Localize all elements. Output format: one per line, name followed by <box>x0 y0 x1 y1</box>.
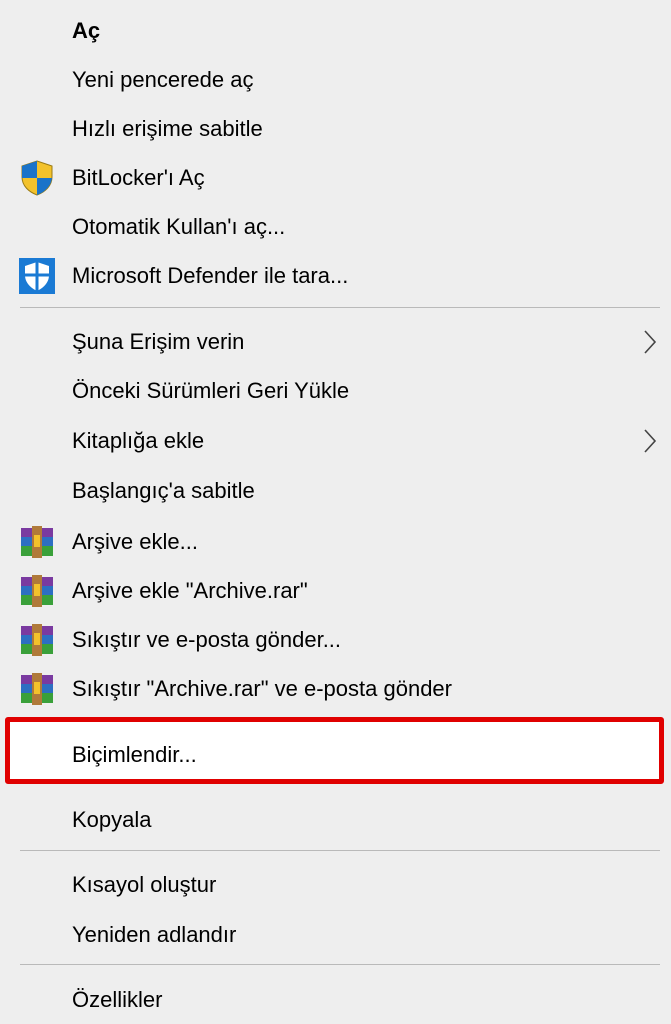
menu-item-add-archive[interactable]: Arşive ekle... <box>0 517 671 566</box>
menu-item-defender-scan[interactable]: Microsoft Defender ile tara... <box>0 251 671 300</box>
menu-item-properties[interactable]: Özellikler <box>0 975 671 1024</box>
menu-item-label: Otomatik Kullan'ı aç... <box>72 214 286 239</box>
menu-item-label: Kitaplığa ekle <box>72 428 205 453</box>
menu-item-label: Biçimlendir... <box>72 742 197 767</box>
menu-item-label: Yeni pencerede aç <box>72 67 254 92</box>
menu-item-label: Aç <box>72 18 101 43</box>
menu-item-label: Başlangıç'a sabitle <box>72 478 255 503</box>
menu-item-format[interactable]: Biçimlendir... <box>0 730 671 779</box>
winrar-icon <box>18 670 56 708</box>
menu-item-label: Arşive ekle... <box>72 529 198 554</box>
menu-item-label: Hızlı erişime sabitle <box>72 116 263 141</box>
menu-item-compress-email[interactable]: Sıkıştır ve e-posta gönder... <box>0 615 671 664</box>
winrar-icon <box>18 523 56 561</box>
menu-item-open-new-window[interactable]: Yeni pencerede aç <box>0 55 671 104</box>
menu-item-compress-rar-email[interactable]: Sıkıştır "Archive.rar" ve e-posta gönder <box>0 664 671 713</box>
menu-item-label: Sıkıştır "Archive.rar" ve e-posta gönder <box>72 676 452 701</box>
bitlocker-shield-icon <box>18 159 56 197</box>
winrar-icon <box>18 621 56 659</box>
menu-item-label: Şuna Erişim verin <box>72 329 245 354</box>
context-menu: Aç Yeni pencerede aç Hızlı erişime sabit… <box>0 0 671 1024</box>
menu-item-copy[interactable]: Kopyala <box>0 795 671 844</box>
menu-item-add-archive-rar[interactable]: Arşive ekle "Archive.rar" <box>0 566 671 615</box>
menu-separator <box>20 850 660 851</box>
menu-separator <box>20 307 660 308</box>
menu-item-open[interactable]: Aç <box>0 6 671 55</box>
menu-item-label: Arşive ekle "Archive.rar" <box>72 578 308 603</box>
menu-item-label: Kısayol oluştur <box>72 872 217 897</box>
menu-item-label: Önceki Sürümleri Geri Yükle <box>72 378 350 403</box>
menu-item-pin-quick-access[interactable]: Hızlı erişime sabitle <box>0 104 671 153</box>
menu-item-autoplay[interactable]: Otomatik Kullan'ı aç... <box>0 202 671 251</box>
menu-item-label: Özellikler <box>72 987 163 1012</box>
defender-shield-icon <box>18 257 56 295</box>
winrar-icon <box>18 572 56 610</box>
menu-item-label: Sıkıştır ve e-posta gönder... <box>72 627 342 652</box>
menu-item-label: Yeniden adlandır <box>72 922 237 947</box>
chevron-right-icon <box>643 329 657 355</box>
chevron-right-icon <box>643 428 657 454</box>
menu-item-restore-previous[interactable]: Önceki Sürümleri Geri Yükle <box>0 366 671 415</box>
menu-item-label: Microsoft Defender ile tara... <box>72 263 349 288</box>
menu-item-pin-start[interactable]: Başlangıç'a sabitle <box>0 466 671 515</box>
menu-item-label: BitLocker'ı Aç <box>72 165 205 190</box>
menu-item-add-to-library[interactable]: Kitaplığa ekle <box>0 416 671 465</box>
menu-item-label: Kopyala <box>72 807 152 832</box>
menu-item-rename[interactable]: Yeniden adlandır <box>0 910 671 959</box>
menu-item-give-access[interactable]: Şuna Erişim verin <box>0 317 671 366</box>
menu-item-bitlocker[interactable]: BitLocker'ı Aç <box>0 153 671 202</box>
menu-item-create-shortcut[interactable]: Kısayol oluştur <box>0 860 671 909</box>
menu-separator <box>20 964 660 965</box>
